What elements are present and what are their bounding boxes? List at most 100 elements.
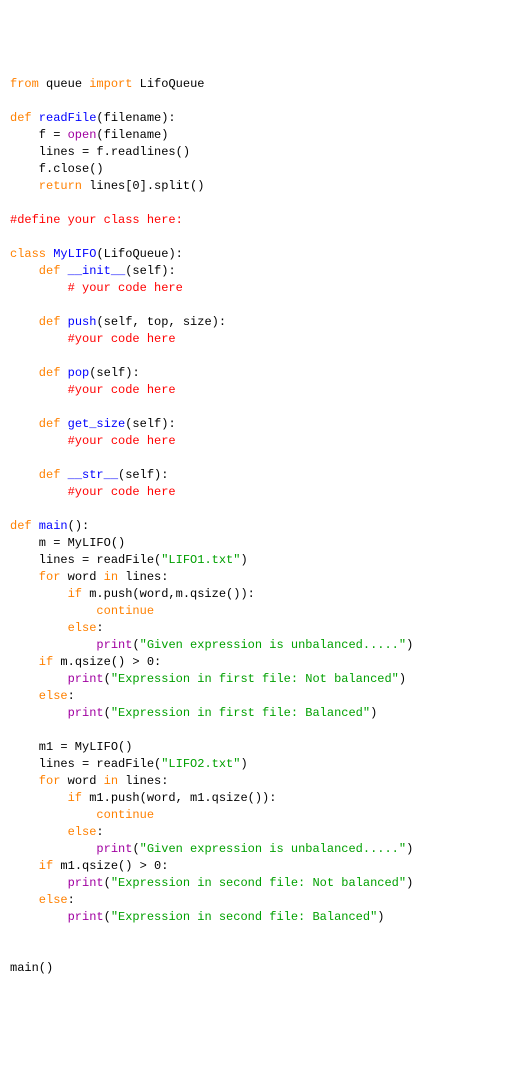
comment: #your code here [10, 434, 176, 448]
code-text: (self): [125, 264, 175, 278]
keyword-if: if [10, 859, 53, 873]
comment: #your code here [10, 332, 176, 346]
code-text: lines = f.readlines() [10, 145, 190, 159]
code-text: queue [39, 77, 89, 91]
code-text [10, 876, 68, 890]
code-text: f = [10, 128, 68, 142]
comment: #your code here [10, 485, 176, 499]
code-text: lines: [118, 774, 168, 788]
string-literal: "Given expression is unbalanced....." [140, 842, 406, 856]
comment: #define your class here: [10, 213, 183, 227]
code-text: ) [406, 876, 413, 890]
code-text: ( [104, 910, 111, 924]
code-text: : [96, 825, 103, 839]
func-name-push: push [60, 315, 96, 329]
code-text: ) [240, 553, 247, 567]
keyword-for: for [10, 774, 60, 788]
string-literal: "LIFO1.txt" [161, 553, 240, 567]
code-text: lines = readFile( [10, 757, 161, 771]
keyword-if: if [10, 587, 82, 601]
builtin-print: print [96, 638, 132, 652]
func-name-main: main [32, 519, 68, 533]
comment: # your code here [10, 281, 183, 295]
string-literal: "LIFO2.txt" [161, 757, 240, 771]
code-text: (): [68, 519, 90, 533]
keyword-if: if [10, 791, 82, 805]
keyword-def: def [10, 468, 60, 482]
code-text: (self): [89, 366, 139, 380]
code-text: (self, top, size): [96, 315, 226, 329]
func-name-init: __init__ [60, 264, 125, 278]
class-name-mylifo: MyLIFO [46, 247, 96, 261]
string-literal: "Expression in second file: Not balanced… [111, 876, 406, 890]
code-text: m.qsize() > 0: [53, 655, 161, 669]
code-text: ( [132, 638, 139, 652]
func-name-pop: pop [60, 366, 89, 380]
code-text: word [60, 774, 103, 788]
keyword-def: def [10, 519, 32, 533]
keyword-else: else [10, 689, 68, 703]
keyword-continue: continue [10, 808, 154, 822]
code-text: m1 = MyLIFO() [10, 740, 132, 754]
code-text [10, 842, 96, 856]
code-text: f.close() [10, 162, 104, 176]
keyword-in: in [104, 570, 118, 584]
keyword-in: in [104, 774, 118, 788]
keyword-def: def [10, 366, 60, 380]
code-text: word [60, 570, 103, 584]
keyword-from: from [10, 77, 39, 91]
code-text: ) [406, 842, 413, 856]
keyword-def: def [10, 111, 32, 125]
string-literal: "Expression in second file: Balanced" [111, 910, 377, 924]
code-text: ) [377, 910, 384, 924]
string-literal: "Expression in first file: Balanced" [111, 706, 370, 720]
code-text: (LifoQueue): [96, 247, 182, 261]
comment: #your code here [10, 383, 176, 397]
keyword-continue: continue [10, 604, 154, 618]
keyword-else: else [10, 621, 96, 635]
code-text: : [68, 689, 75, 703]
code-text: : [68, 893, 75, 907]
code-text: m = MyLIFO() [10, 536, 125, 550]
code-text [10, 910, 68, 924]
builtin-print: print [68, 910, 104, 924]
keyword-else: else [10, 893, 68, 907]
keyword-def: def [10, 417, 60, 431]
func-name-readfile: readFile [32, 111, 97, 125]
code-text: ( [104, 876, 111, 890]
keyword-if: if [10, 655, 53, 669]
keyword-def: def [10, 264, 60, 278]
code-text [10, 638, 96, 652]
code-text: ) [370, 706, 377, 720]
code-text: m1.qsize() > 0: [53, 859, 168, 873]
keyword-import: import [89, 77, 132, 91]
builtin-open: open [68, 128, 97, 142]
code-text: lines[0].split() [82, 179, 204, 193]
code-text: lines = readFile( [10, 553, 161, 567]
builtin-print: print [68, 876, 104, 890]
builtin-print: print [68, 706, 104, 720]
code-text: ( [104, 706, 111, 720]
keyword-else: else [10, 825, 96, 839]
code-text: lines: [118, 570, 168, 584]
code-text: : [96, 621, 103, 635]
code-text: ( [104, 672, 111, 686]
code-text: ( [132, 842, 139, 856]
code-text: (filename): [96, 111, 175, 125]
code-text: main() [10, 961, 53, 975]
func-name-str: __str__ [60, 468, 118, 482]
code-text: m1.push(word, m1.qsize()): [82, 791, 276, 805]
code-text: (self): [118, 468, 168, 482]
code-block: from queue import LifoQueue def readFile… [10, 76, 518, 977]
keyword-return: return [10, 179, 82, 193]
code-text: ) [399, 672, 406, 686]
keyword-for: for [10, 570, 60, 584]
func-name-getsize: get_size [60, 417, 125, 431]
builtin-print: print [96, 842, 132, 856]
code-text: (self): [125, 417, 175, 431]
code-text: ) [240, 757, 247, 771]
keyword-class: class [10, 247, 46, 261]
code-text: (filename) [96, 128, 168, 142]
code-text: ) [406, 638, 413, 652]
code-text: m.push(word,m.qsize()): [82, 587, 255, 601]
